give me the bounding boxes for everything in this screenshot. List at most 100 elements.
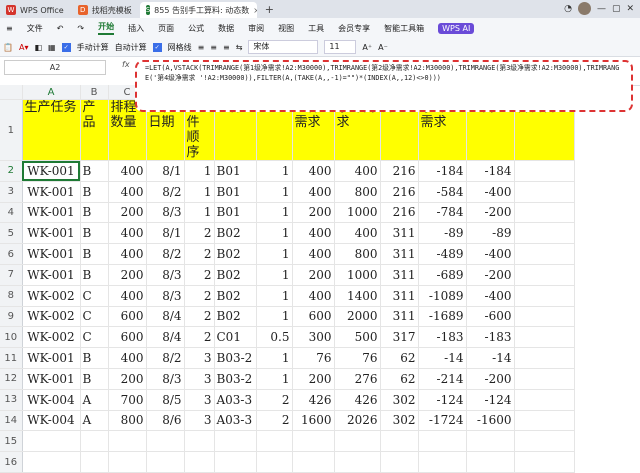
formula-input[interactable]: =LET(A,VSTACK(TRIMRANGE(第1级净需求!A2:M30000… [135,60,633,112]
row-header[interactable]: 5 [0,222,23,245]
empty-cell[interactable] [334,451,381,473]
data-cell[interactable]: -183 [466,326,515,349]
data-cell[interactable]: 276 [334,368,381,390]
tab-docer[interactable]: D 找稻壳模板 [72,2,138,18]
data-cell[interactable]: WK-002 [22,306,81,328]
undo-icon[interactable]: ↶ [57,24,64,33]
data-cell[interactable]: 3 [184,368,215,390]
data-cell[interactable]: 311 [380,306,419,328]
data-cell[interactable]: 2 [184,222,215,245]
empty-cell[interactable] [108,451,147,473]
data-cell[interactable]: A [80,389,109,411]
data-cell[interactable]: -124 [466,389,515,411]
data-cell[interactable]: 76 [292,347,335,369]
data-cell[interactable]: 400 [292,243,335,265]
data-cell[interactable]: B02 [214,243,257,265]
data-cell[interactable]: 8/1 [146,160,185,182]
data-cell[interactable]: -1724 [418,410,467,432]
bell-icon[interactable]: ◔ [564,4,572,14]
data-cell[interactable]: WK-001 [22,243,81,265]
data-cell[interactable] [514,285,575,307]
data-cell[interactable]: 1400 [334,285,381,307]
menu-review[interactable]: 审阅 [248,23,264,34]
data-cell[interactable]: 300 [292,326,335,349]
data-cell[interactable]: -1600 [466,410,515,432]
data-cell[interactable]: A03-3 [214,389,257,411]
data-cell[interactable]: 3 [184,347,215,369]
empty-cell[interactable] [466,430,515,453]
data-cell[interactable]: C01 [214,326,257,349]
tab-active-sheet[interactable]: S 855 告别手工算料: 动态数 × [139,2,257,18]
data-cell[interactable]: 216 [380,202,419,224]
data-cell[interactable]: 302 [380,389,419,411]
data-cell[interactable]: 1 [184,160,215,182]
data-cell[interactable]: B [80,243,109,265]
data-cell[interactable]: 200 [292,368,335,390]
data-cell[interactable]: 800 [334,181,381,203]
data-cell[interactable]: 2 [256,410,293,432]
row-header[interactable]: 9 [0,306,23,328]
row-header[interactable]: 10 [0,326,23,349]
data-cell[interactable]: -400 [466,181,515,203]
data-cell[interactable]: 200 [108,202,147,224]
empty-cell[interactable] [334,430,381,453]
data-cell[interactable]: 1 [256,264,293,286]
data-cell[interactable]: B03-2 [214,347,257,369]
empty-cell[interactable] [466,451,515,473]
data-cell[interactable]: 311 [380,264,419,286]
data-cell[interactable]: 1000 [334,202,381,224]
data-cell[interactable]: -184 [418,160,467,182]
empty-cell[interactable] [514,430,575,453]
data-cell[interactable]: 8/2 [146,181,185,203]
data-cell[interactable]: -214 [418,368,467,390]
data-cell[interactable]: 216 [380,181,419,203]
data-cell[interactable]: 200 [292,202,335,224]
decrease-font-icon[interactable]: A⁻ [378,43,388,52]
data-cell[interactable]: 8/3 [146,264,185,286]
data-cell[interactable]: 8/2 [146,347,185,369]
data-cell[interactable]: -14 [418,347,467,369]
data-cell[interactable]: -689 [418,264,467,286]
data-cell[interactable]: 426 [292,389,335,411]
empty-cell[interactable] [418,430,467,453]
data-cell[interactable]: WK-001 [22,202,81,224]
data-cell[interactable]: 800 [108,410,147,432]
increase-font-icon[interactable]: A⁺ [362,43,372,52]
data-cell[interactable]: 1 [256,243,293,265]
data-cell[interactable]: 2026 [334,410,381,432]
header-cell[interactable]: 产品 [80,99,109,161]
row-header[interactable]: 11 [0,347,23,369]
data-cell[interactable]: -124 [418,389,467,411]
menu-member[interactable]: 会员专享 [338,23,370,34]
data-cell[interactable]: 62 [380,368,419,390]
row-header[interactable]: 6 [0,243,23,265]
data-cell[interactable]: 2 [184,285,215,307]
menu-data[interactable]: 数据 [218,23,234,34]
menu-smart-toolbox[interactable]: 智能工具箱 [384,23,424,34]
data-cell[interactable]: B [80,222,109,245]
row-header[interactable]: 7 [0,264,23,286]
data-cell[interactable]: -200 [466,264,515,286]
data-cell[interactable]: 2 [184,306,215,328]
menu-view[interactable]: 视图 [278,23,294,34]
name-box[interactable]: A2 [4,60,106,75]
data-cell[interactable]: -600 [466,306,515,328]
row-header[interactable]: 13 [0,389,23,411]
data-cell[interactable]: 1 [184,202,215,224]
empty-cell[interactable] [146,430,185,453]
data-cell[interactable]: WK-002 [22,326,81,349]
data-cell[interactable]: 200 [108,264,147,286]
data-cell[interactable]: WK-001 [22,181,81,203]
row-header[interactable]: 12 [0,368,23,390]
column-header[interactable]: A [22,85,81,100]
data-cell[interactable]: 400 [292,160,335,182]
data-cell[interactable]: 8/3 [146,202,185,224]
data-cell[interactable]: 400 [334,160,381,182]
empty-cell[interactable] [184,430,215,453]
border-icon[interactable]: ▦ [48,43,56,52]
minimize-icon[interactable]: — [597,4,606,14]
row-header[interactable]: 14 [0,410,23,432]
menu-home[interactable]: 开始 [98,21,115,35]
align-left-icon[interactable]: ≡ [198,43,205,52]
data-cell[interactable]: 400 [292,222,335,245]
